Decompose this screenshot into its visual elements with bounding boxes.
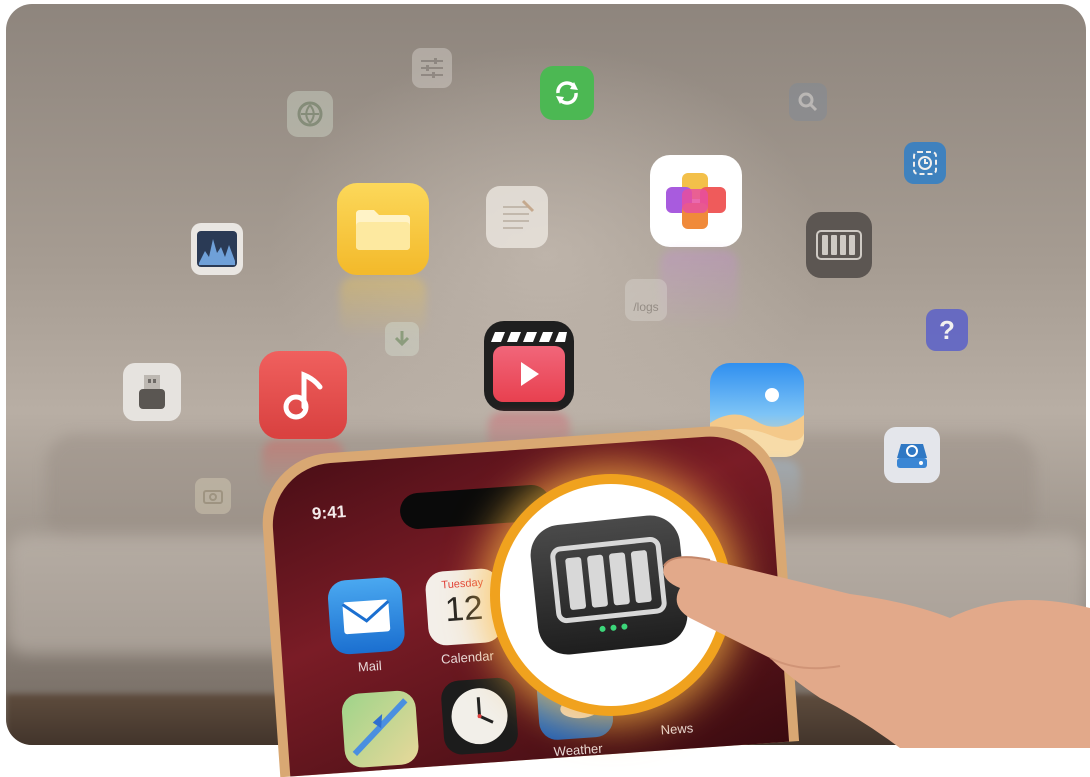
pointing-hand xyxy=(663,556,1090,748)
camera-icon[interactable] xyxy=(195,478,231,514)
logs-icon[interactable]: /logs xyxy=(625,279,667,321)
calendar-day: 12 xyxy=(443,588,485,630)
logs-label: /logs xyxy=(633,300,659,314)
calendar-app-icon[interactable]: Tuesday 12 xyxy=(424,567,504,647)
download-icon[interactable] xyxy=(385,322,419,356)
palette-app-icon[interactable] xyxy=(650,155,742,247)
notes-icon[interactable] xyxy=(486,186,548,248)
calendar-label: Calendar xyxy=(440,648,495,667)
sync-icon[interactable] xyxy=(540,66,594,120)
usb-icon[interactable] xyxy=(123,363,181,421)
files-icon[interactable] xyxy=(337,183,429,275)
mail-label: Mail xyxy=(357,657,383,675)
settings-sliders-icon[interactable] xyxy=(412,48,452,88)
activity-monitor-icon[interactable] xyxy=(191,223,243,275)
music-icon[interactable] xyxy=(259,351,347,439)
maps-app-icon[interactable] xyxy=(340,689,420,769)
search-icon[interactable] xyxy=(789,83,827,121)
status-time: 9:41 xyxy=(311,502,347,524)
vpn-icon[interactable] xyxy=(287,91,333,137)
help-icon[interactable]: ? xyxy=(926,309,968,351)
nas-app-icon[interactable] xyxy=(806,212,872,278)
palette-reflection xyxy=(660,250,738,330)
weather-label: Weather xyxy=(553,740,604,760)
timer-icon[interactable] xyxy=(904,142,946,184)
clock-app-icon[interactable] xyxy=(440,676,520,756)
video-player-icon[interactable] xyxy=(484,321,574,411)
storage-drive-icon[interactable] xyxy=(884,427,940,483)
mail-app-icon[interactable] xyxy=(326,576,406,656)
